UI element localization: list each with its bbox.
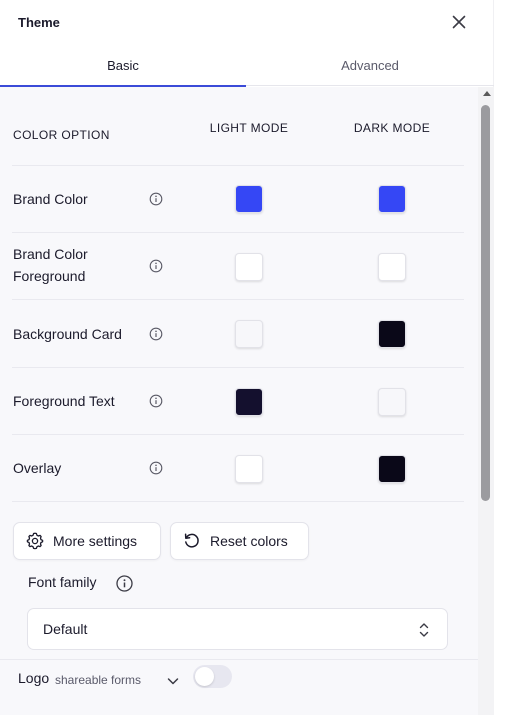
color-option-header: COLOR OPTION (13, 128, 110, 142)
scroll-thumb[interactable] (481, 105, 490, 501)
light-mode-header: LIGHT MODE (209, 121, 289, 135)
tab-basic[interactable]: Basic (0, 44, 246, 87)
font-family-select[interactable]: Default (27, 608, 448, 650)
more-settings-button[interactable]: More settings (13, 522, 161, 560)
table-header-row: COLOR OPTION LIGHT MODE DARK MODE (0, 87, 478, 166)
logo-toggle[interactable] (193, 665, 232, 688)
scroll-up-arrow[interactable] (483, 91, 491, 96)
dark-color-swatch[interactable] (378, 253, 406, 281)
info-icon[interactable] (149, 394, 163, 408)
info-icon[interactable] (149, 327, 163, 341)
row-divider (12, 501, 464, 502)
light-color-swatch[interactable] (235, 388, 263, 416)
more-settings-label: More settings (53, 533, 138, 549)
option-label: Foreground Text (13, 393, 115, 409)
light-color-swatch[interactable] (235, 253, 263, 281)
dark-mode-header: DARK MODE (353, 121, 431, 135)
table-row: Foreground Text (0, 368, 478, 435)
toggle-knob (195, 667, 214, 686)
info-icon[interactable] (149, 259, 163, 273)
info-icon[interactable] (149, 461, 163, 475)
chevron-up-down-icon (419, 623, 429, 637)
scrollbar[interactable] (478, 87, 494, 715)
close-icon[interactable] (450, 13, 468, 31)
dark-color-swatch[interactable] (378, 455, 406, 483)
dark-color-swatch[interactable] (378, 320, 406, 348)
reset-colors-label: Reset colors (210, 533, 288, 549)
reset-colors-button[interactable]: Reset colors (170, 522, 309, 560)
chevron-down-icon[interactable] (166, 674, 180, 688)
light-color-swatch[interactable] (235, 455, 263, 483)
table-row: Background Card (0, 300, 478, 368)
table-row: Brand Color (0, 166, 478, 233)
dark-color-swatch[interactable] (378, 185, 406, 213)
light-color-swatch[interactable] (235, 185, 263, 213)
gear-icon (26, 532, 44, 550)
font-family-value: Default (43, 621, 88, 637)
panel-title: Theme (18, 15, 60, 30)
light-color-swatch[interactable] (235, 320, 263, 348)
logo-sublabel: shareable forms (55, 673, 142, 687)
info-icon[interactable] (149, 192, 163, 206)
option-label: Brand Color Foreground (13, 246, 88, 284)
section-divider (0, 659, 478, 660)
tab-bar: Basic Advanced (0, 44, 494, 87)
theme-content: COLOR OPTION LIGHT MODE DARK MODE Brand … (0, 87, 478, 715)
info-icon[interactable] (116, 575, 133, 592)
logo-label: Logo (18, 670, 50, 686)
tab-advanced[interactable]: Advanced (246, 44, 494, 86)
font-family-label: Font family (28, 574, 97, 590)
table-row: Overlay (0, 435, 478, 502)
theme-panel: Theme Basic Advanced COLOR OPTION LIGHT … (0, 0, 494, 715)
table-row: Brand Color Foreground (0, 233, 478, 300)
option-label: Overlay (13, 460, 62, 476)
page-edge (494, 0, 511, 715)
dark-color-swatch[interactable] (378, 388, 406, 416)
option-label: Background Card (13, 326, 122, 342)
reset-icon (184, 533, 199, 548)
option-label: Brand Color (13, 191, 88, 207)
panel-header: Theme (0, 0, 494, 44)
